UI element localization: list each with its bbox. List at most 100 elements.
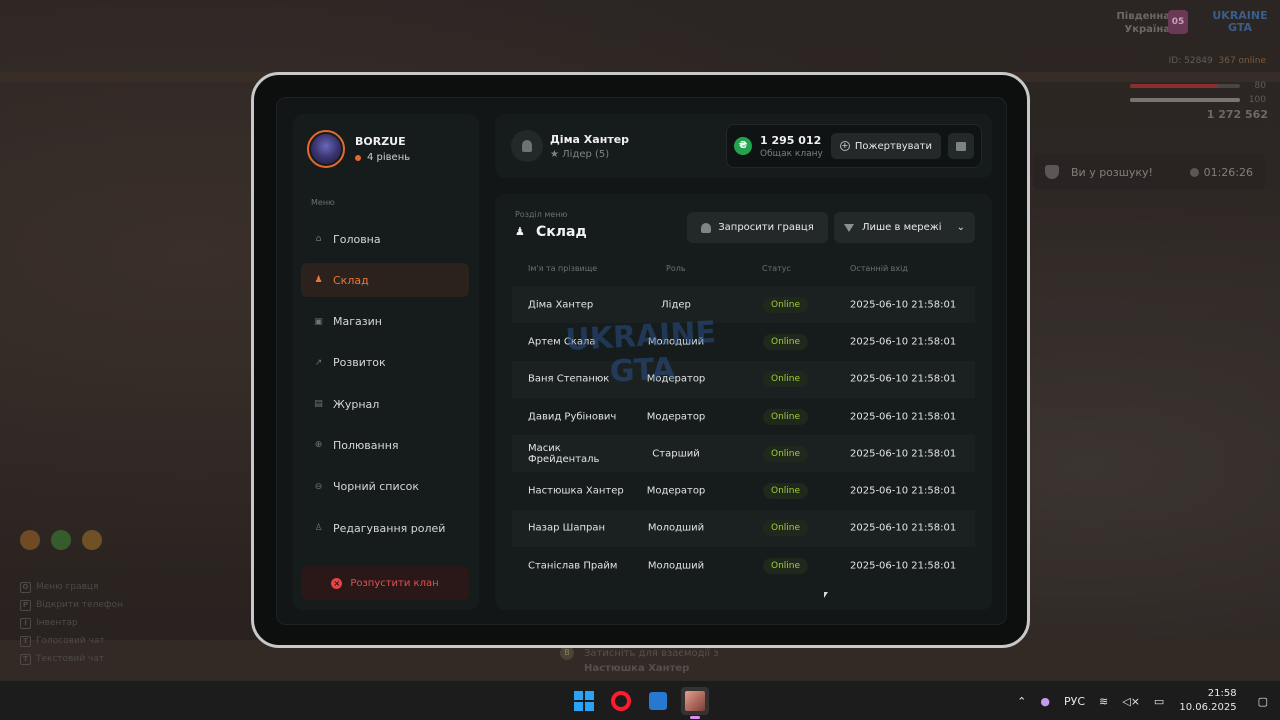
group-icon: ♟ — [314, 275, 323, 286]
table-row[interactable]: Ваня Степанюк Модератор Online 2025-06-10 2… — [512, 360, 975, 398]
member-last-login: 2025-06-10 21:58:01 — [850, 485, 957, 497]
sidebar-item-roster[interactable]: ♟ Склад — [301, 263, 469, 298]
member-last-login: 2025-06-10 21:58:01 — [850, 336, 957, 348]
system-tray: ⌃ ● РУС ≋ ◁× ▭ 21:58 10.06.2025 ▢ — [1010, 681, 1280, 720]
section-caption: Розділ меню — [515, 210, 568, 219]
member-name: Артем Скала — [528, 336, 596, 348]
sidebar: BORZUE 4 рівень Меню ⌂ Головна ♟ Склад ▣ Ма… — [293, 114, 479, 610]
wifi-icon[interactable]: ≋ — [1099, 695, 1108, 708]
table-row[interactable]: Назар Шапран Молодший Online 2025-06-10 21:… — [512, 509, 975, 548]
language-indicator[interactable]: РУС — [1064, 695, 1085, 708]
sidebar-item-blacklist[interactable]: ⊖ Чорний список — [301, 470, 469, 504]
plus-circle-icon: + — [839, 141, 850, 151]
health-bar — [1130, 84, 1240, 88]
member-role: Модератор — [646, 373, 706, 385]
page-title-text: Склад — [536, 224, 587, 240]
column-header-role: Роль — [666, 264, 686, 273]
member-last-login: 2025-06-10 21:58:01 — [850, 522, 957, 534]
game-icon — [685, 691, 705, 711]
column-header-last-login: Останній вхід — [850, 264, 908, 273]
health-value: 80 — [1254, 81, 1266, 91]
hint-item: T Голосовий чат — [20, 632, 123, 650]
roster-panel: Розділ меню ♟ Склад Запросити гравця Лиш… — [495, 194, 992, 610]
member-name: Діма Хантер — [528, 299, 594, 311]
status-badge: Online — [763, 445, 809, 462]
mouse-cursor-icon — [824, 592, 828, 598]
box-icon — [956, 141, 966, 151]
status-badge: Online — [763, 408, 809, 425]
clan-header: Діма Хантер ★ Лідер (5) ₴ 1 295 012 Обща… — [495, 114, 992, 178]
online-count-text: 367 online — [1218, 56, 1267, 66]
opera-app-button[interactable] — [607, 687, 635, 715]
chevron-up-icon[interactable]: ⌃ — [1017, 695, 1026, 708]
home-icon: ⌂ — [315, 234, 322, 244]
tablet-screen: BORZUE 4 рівень Меню ⌂ Головна ♟ Склад ▣ Ма… — [276, 97, 1007, 625]
hud-money: 1 272 562 — [1206, 108, 1268, 121]
table-row[interactable]: Масик Фрейденталь Старший Online 2025-06-10… — [512, 435, 975, 473]
clan-tablet: BORZUE 4 рівень Меню ⌂ Головна ♟ Склад ▣ Ма… — [251, 72, 1030, 648]
sidebar-item-development[interactable]: ↗ Розвиток — [301, 346, 469, 380]
wanted-timer-text: 01:26:26 — [1203, 165, 1253, 179]
dissolve-clan-button[interactable]: × Розпустити клан — [301, 566, 469, 600]
sidebar-item-label: Склад — [333, 273, 369, 287]
armor-value: 100 — [1248, 95, 1266, 105]
table-row[interactable]: Діма Хантер Лідер Online 2025-06-10 21:58:0… — [512, 286, 975, 324]
leader-info: Діма Хантер ★ Лідер (5) — [511, 130, 629, 162]
sidebar-item-hunting[interactable]: ⊕ Полювання — [301, 428, 469, 462]
level-dot-icon — [355, 154, 361, 161]
member-role: Молодший — [647, 522, 705, 534]
hryvnia-coin-icon: ₴ — [734, 137, 752, 155]
speaker-muted-icon[interactable]: ◁× — [1122, 695, 1140, 708]
user-edit-icon: ♙ — [314, 523, 323, 534]
sidebar-item-shop[interactable]: ▣ Магазин — [301, 305, 469, 339]
hunger-icon — [20, 530, 40, 550]
table-row[interactable]: Артем Скала Молодший Online 2025-06-10 21:5… — [512, 323, 975, 360]
start-button[interactable] — [570, 687, 598, 715]
online-filter-dropdown[interactable]: Лише в мережі ⌄ — [834, 212, 975, 243]
invite-player-button[interactable]: Запросити гравця — [687, 212, 828, 243]
notification-icon[interactable]: ▢ — [1258, 695, 1268, 708]
battery-icon[interactable]: ▭ — [1154, 695, 1164, 708]
shield-icon — [1045, 165, 1059, 179]
book-icon: ▤ — [314, 399, 323, 410]
member-last-login: 2025-06-10 21:58:01 — [850, 560, 957, 572]
wanted-text: Ви у розшуку! — [1071, 165, 1153, 179]
table-row[interactable]: Настюшка Хантер Модератор Online 2025-06-10… — [512, 472, 975, 509]
wanted-timer: 01:26:26 — [1189, 165, 1253, 179]
table-row[interactable]: Давид Рубінович Модератор Online 2025-06-10… — [512, 398, 975, 435]
chevron-down-icon: ⌄ — [956, 222, 965, 233]
member-name: Станіслав Прайм — [528, 560, 618, 572]
profile-level: 4 рівень — [355, 152, 410, 163]
sidebar-item-label: Чорний список — [333, 480, 420, 494]
taskbar-clock[interactable]: 21:58 10.06.2025 — [1179, 687, 1236, 715]
wanted-notice: Ви у розшуку! 01:26:26 — [1033, 154, 1265, 190]
leader-name: Діма Хантер — [550, 132, 630, 146]
user-icon — [511, 130, 543, 162]
microphone-icon[interactable]: ● — [1040, 695, 1050, 708]
game-app-button[interactable] — [681, 687, 709, 719]
taskbar: ⌃ ● РУС ≋ ◁× ▭ 21:58 10.06.2025 ▢ — [0, 680, 1280, 720]
chart-icon: ↗ — [314, 357, 323, 368]
visual-studio-app-button[interactable] — [644, 687, 672, 715]
table-row[interactable]: Станіслав Прайм Молодший Online 2025-06-10 … — [512, 547, 975, 584]
storage-box-button[interactable] — [948, 133, 974, 159]
page-title: ♟ Склад — [515, 224, 587, 240]
donate-label: Пожертвувати — [854, 140, 932, 152]
menu-caption: Меню — [311, 198, 335, 207]
sidebar-item-home[interactable]: ⌂ Головна — [301, 222, 469, 256]
member-role: Лідер — [661, 299, 691, 311]
sidebar-item-edit-roles[interactable]: ♙ Редагування ролей — [301, 511, 469, 545]
sidebar-item-journal[interactable]: ▤ Журнал — [301, 387, 469, 421]
donate-button[interactable]: + Пожертвувати — [830, 133, 941, 159]
leader-role: ★ Лідер (5) — [550, 148, 610, 160]
hud-player-id: ID: 52849 367 online — [1169, 56, 1266, 66]
member-name: Настюшка Хантер — [528, 485, 624, 497]
visual-studio-icon — [649, 692, 667, 710]
status-badge: Online — [763, 520, 809, 537]
member-name: Масик Фрейденталь — [528, 442, 600, 465]
bank-label: Общак клану — [760, 148, 823, 159]
member-last-login: 2025-06-10 21:58:01 — [850, 299, 957, 311]
shop-icon: ▣ — [314, 316, 323, 327]
invite-player-label: Запросити гравця — [718, 222, 814, 233]
status-icons — [20, 530, 102, 550]
